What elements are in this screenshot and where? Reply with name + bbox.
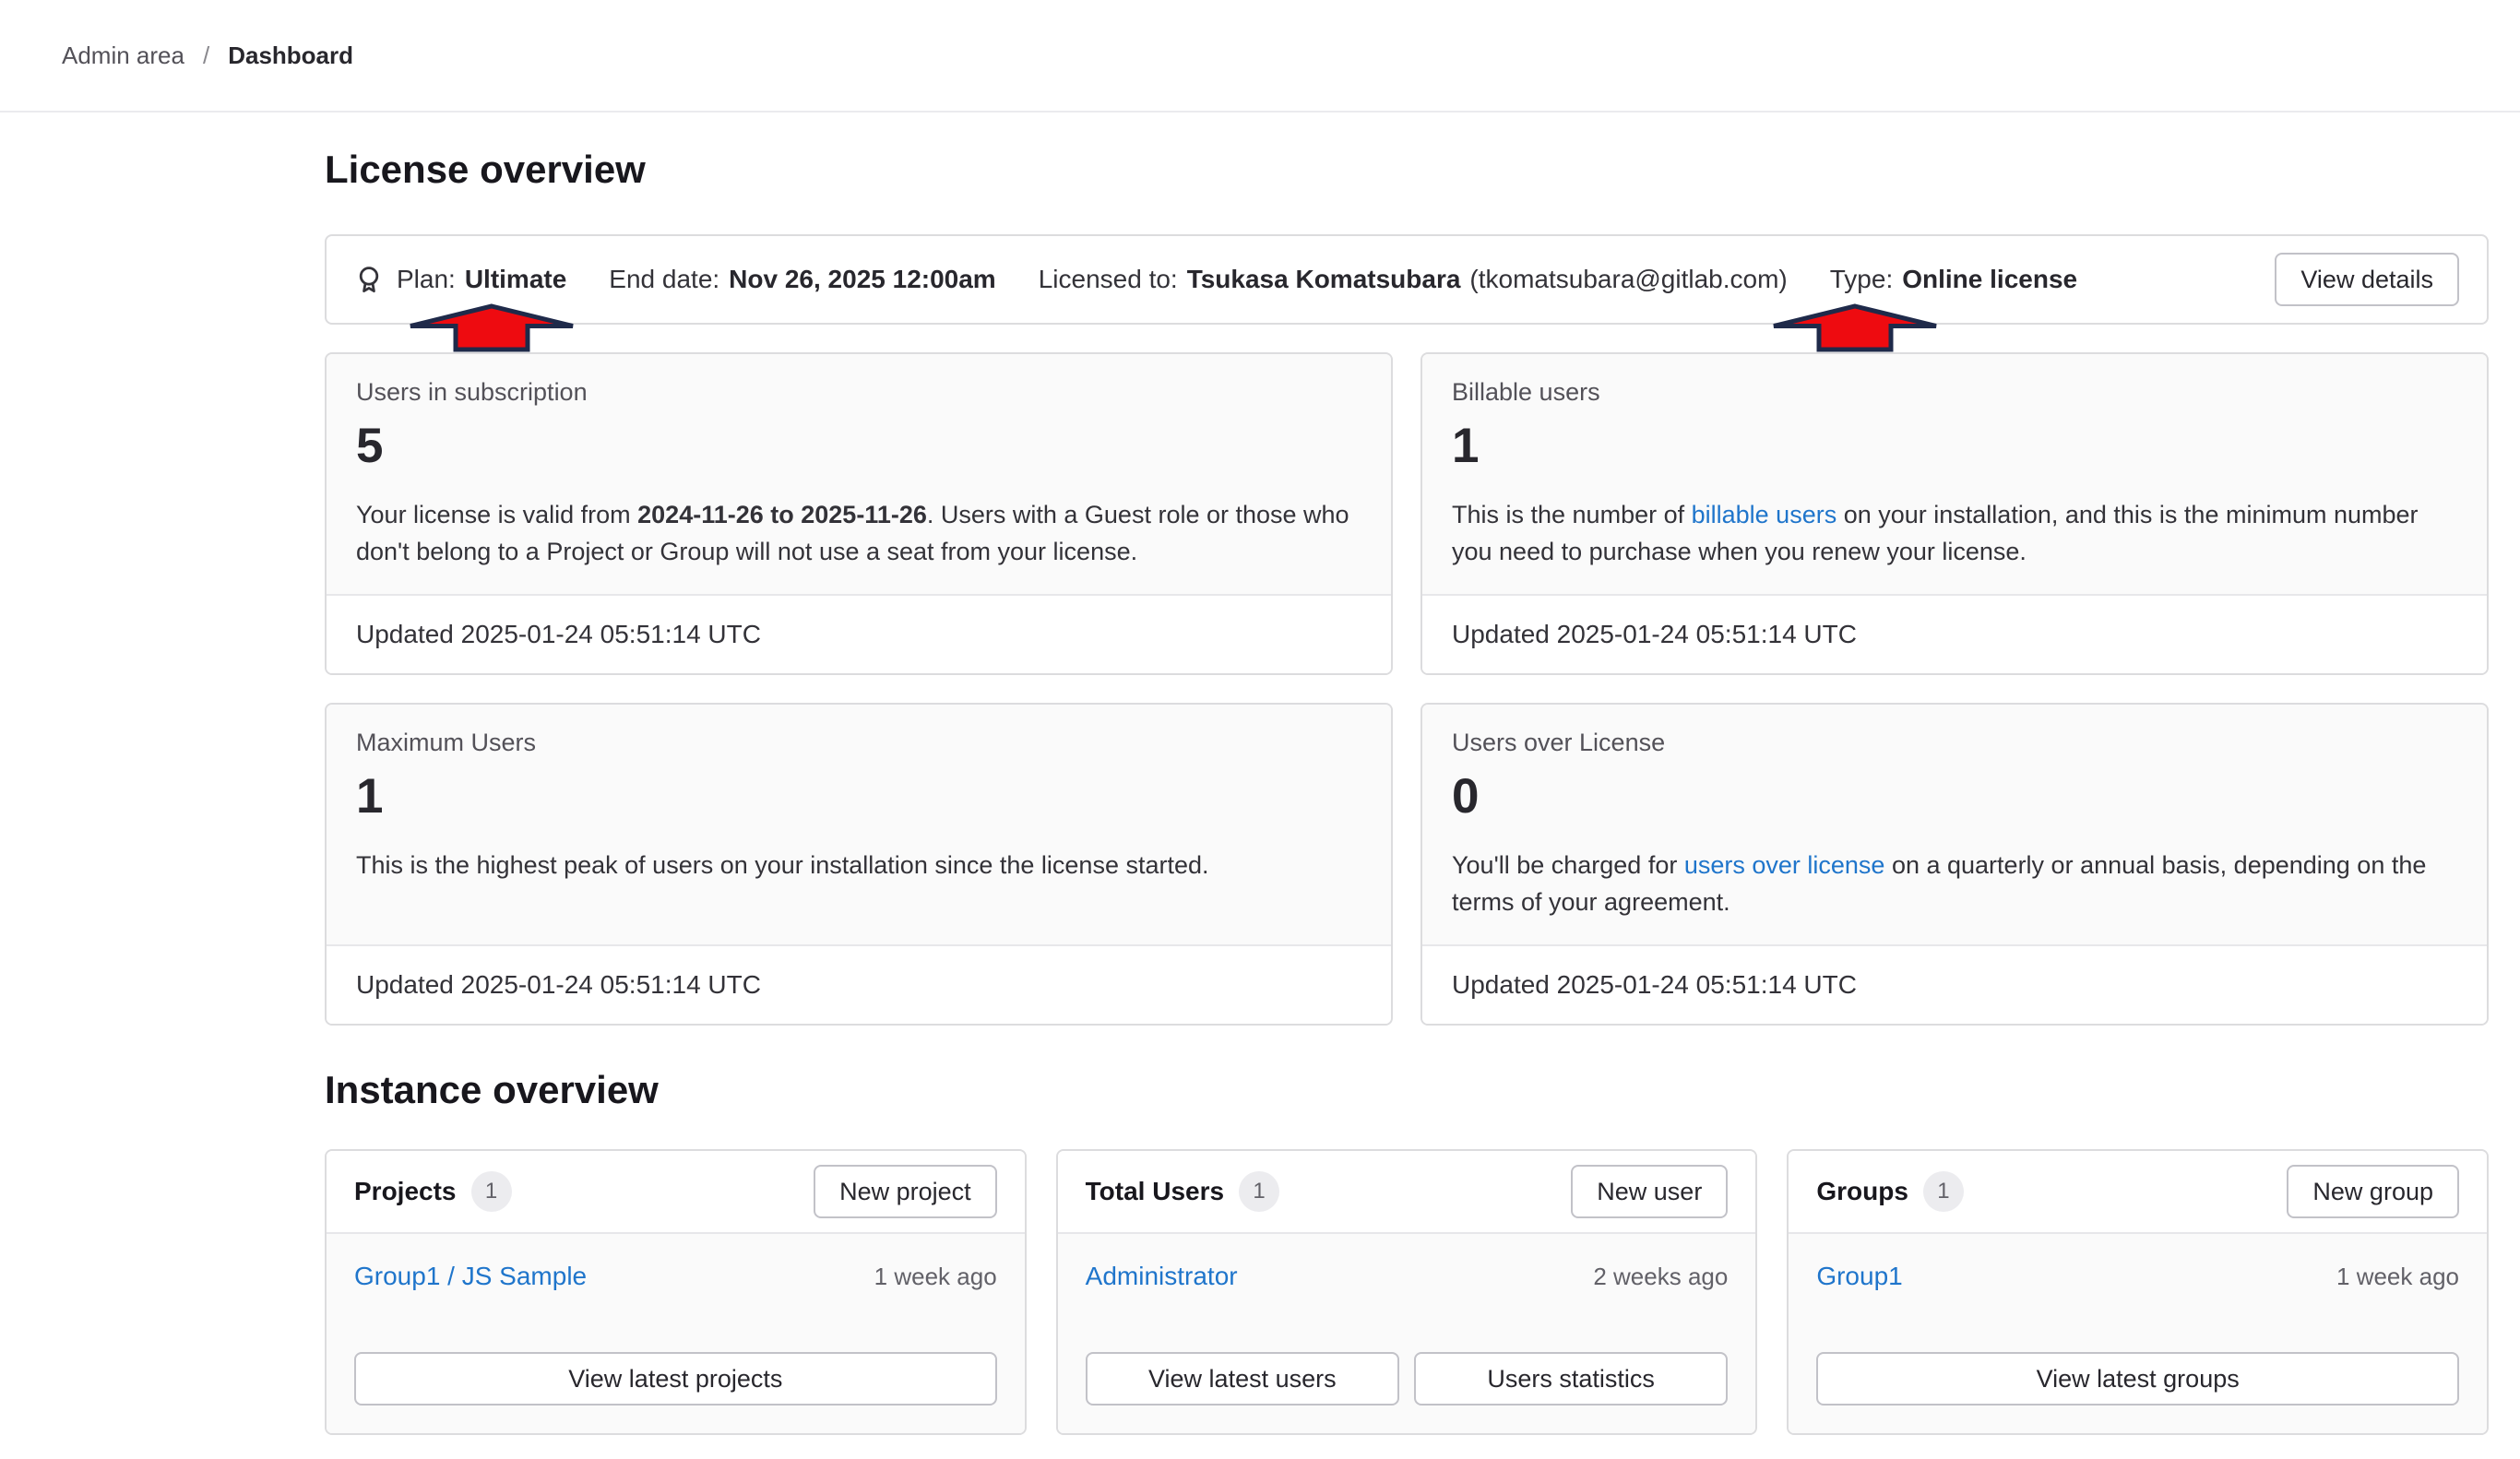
licensed-to-segment: Licensed to: Tsukasa Komatsubara (tkomat… [1039,265,1788,294]
projects-card-header: Projects 1 New project [327,1151,1025,1234]
new-group-button[interactable]: New group [2287,1165,2459,1218]
total-users-actions: View latest users Users statistics [1086,1352,1729,1406]
project-link[interactable]: Group1 / JS Sample [354,1262,587,1291]
updated-text: Updated 2025-01-24 05:51:14 UTC [1452,620,1857,649]
total-users-count-badge: 1 [1239,1171,1279,1212]
projects-card-body: Group1 / JS Sample 1 week ago View lates… [327,1234,1025,1433]
plan-label: Plan: [397,265,456,294]
license-overview-title: License overview [325,146,2489,194]
view-details-button[interactable]: View details [2275,253,2459,306]
licensed-to-email: (tkomatsubara@gitlab.com) [1469,265,1787,294]
card-description: This is the highest peak of users on you… [356,847,1361,884]
card-updated: Updated 2025-01-24 05:51:14 UTC [1422,594,2487,673]
users-statistics-button[interactable]: Users statistics [1414,1352,1728,1406]
projects-card: Projects 1 New project Group1 / JS Sampl… [325,1149,1027,1435]
updated-text: Updated 2025-01-24 05:51:14 UTC [1452,970,1857,1000]
main-content: License overview Plan: Ultimate End date… [325,146,2489,1435]
project-time: 1 week ago [874,1263,997,1291]
card-description: This is the number of billable users on … [1452,496,2457,570]
breadcrumb-current: Dashboard [228,42,353,70]
projects-title: Projects [354,1177,457,1206]
groups-title: Groups [1816,1177,1908,1206]
end-date-segment: End date: Nov 26, 2025 12:00am [609,265,995,294]
plan-segment: Plan: Ultimate [354,265,566,294]
card-title: Billable users [1452,378,2457,407]
billable-users-link[interactable]: billable users [1692,501,1837,528]
card-updated: Updated 2025-01-24 05:51:14 UTC [1422,944,2487,1024]
licensed-to-name: Tsukasa Komatsubara [1187,265,1461,294]
total-users-card: Total Users 1 New user Administrator 2 w… [1056,1149,1758,1435]
users-over-license-card: Users over License 0 You'll be charged f… [1420,703,2489,1026]
groups-count-badge: 1 [1923,1171,1964,1212]
users-over-license-link[interactable]: users over license [1684,851,1885,879]
card-title: Maximum Users [356,729,1361,757]
users-over-license-body: Users over License 0 You'll be charged f… [1422,705,2487,944]
projects-actions: View latest projects [354,1352,997,1406]
licensed-to-label: Licensed to: [1039,265,1178,294]
card-updated: Updated 2025-01-24 05:51:14 UTC [327,594,1391,673]
total-users-card-body: Administrator 2 weeks ago View latest us… [1058,1234,1756,1433]
red-arrow-plan-icon [408,304,576,352]
desc-text: This is the highest peak of users on you… [356,851,1209,879]
card-description: Your license is valid from 2024-11-26 to… [356,496,1361,570]
maximum-users-body: Maximum Users 1 This is the highest peak… [327,705,1391,944]
red-arrow-type-icon [1771,304,1939,352]
breadcrumb-admin-area[interactable]: Admin area [62,42,184,70]
card-title: Users in subscription [356,378,1361,407]
card-description: You'll be charged for users over license… [1452,847,2457,920]
groups-actions: View latest groups [1816,1352,2459,1406]
desc-text: This is the number of [1452,501,1692,528]
groups-heading: Groups 1 [1816,1171,1964,1212]
new-user-button[interactable]: New user [1571,1165,1728,1218]
billable-users-body: Billable users 1 This is the number of b… [1422,354,2487,594]
desc-strong: 2024-11-26 to 2025-11-26 [637,501,927,528]
groups-card-header: Groups 1 New group [1789,1151,2487,1234]
maximum-users-card: Maximum Users 1 This is the highest peak… [325,703,1393,1026]
updated-text: Updated 2025-01-24 05:51:14 UTC [356,620,761,649]
license-stat-grid: Users in subscription 5 Your license is … [325,352,2489,1026]
group-time: 1 week ago [2336,1263,2459,1291]
new-project-button[interactable]: New project [814,1165,997,1218]
instance-grid: Projects 1 New project Group1 / JS Sampl… [325,1149,2489,1435]
groups-card: Groups 1 New group Group1 1 week ago Vie… [1787,1149,2489,1435]
desc-text: You'll be charged for [1452,851,1684,879]
view-latest-projects-button[interactable]: View latest projects [354,1352,997,1406]
license-type-value: Online license [1902,265,2077,294]
projects-heading: Projects 1 [354,1171,512,1212]
card-updated: Updated 2025-01-24 05:51:14 UTC [327,944,1391,1024]
license-type-label: Type: [1830,265,1893,294]
license-medal-icon [354,265,384,294]
total-users-heading: Total Users 1 [1086,1171,1279,1212]
card-value: 1 [1452,418,2457,474]
license-summary-bar: Plan: Ultimate End date: Nov 26, 2025 12… [325,234,2489,325]
project-list-item: Group1 / JS Sample 1 week ago [354,1262,997,1291]
desc-text: Your license is valid from [356,501,637,528]
card-value: 0 [1452,768,2457,824]
group-link[interactable]: Group1 [1816,1262,1902,1291]
billable-users-card: Billable users 1 This is the number of b… [1420,352,2489,675]
updated-text: Updated 2025-01-24 05:51:14 UTC [356,970,761,1000]
card-title: Users over License [1452,729,2457,757]
user-list-item: Administrator 2 weeks ago [1086,1262,1729,1291]
total-users-card-header: Total Users 1 New user [1058,1151,1756,1234]
card-value: 1 [356,768,1361,824]
card-value: 5 [356,418,1361,474]
breadcrumb-separator: / [203,42,209,70]
administrator-link[interactable]: Administrator [1086,1262,1238,1291]
end-date-label: End date: [609,265,719,294]
projects-count-badge: 1 [471,1171,512,1212]
end-date-value: Nov 26, 2025 12:00am [729,265,996,294]
user-time: 2 weeks ago [1593,1263,1728,1291]
license-type-segment: Type: Online license [1830,265,2077,294]
users-in-subscription-body: Users in subscription 5 Your license is … [327,354,1391,594]
view-latest-users-button[interactable]: View latest users [1086,1352,1399,1406]
plan-value: Ultimate [465,265,566,294]
users-in-subscription-card: Users in subscription 5 Your license is … [325,352,1393,675]
groups-card-body: Group1 1 week ago View latest groups [1789,1234,2487,1433]
view-latest-groups-button[interactable]: View latest groups [1816,1352,2459,1406]
total-users-title: Total Users [1086,1177,1224,1206]
breadcrumb: Admin area / Dashboard [0,0,2520,113]
instance-overview-title: Instance overview [325,1066,2489,1114]
group-list-item: Group1 1 week ago [1816,1262,2459,1291]
